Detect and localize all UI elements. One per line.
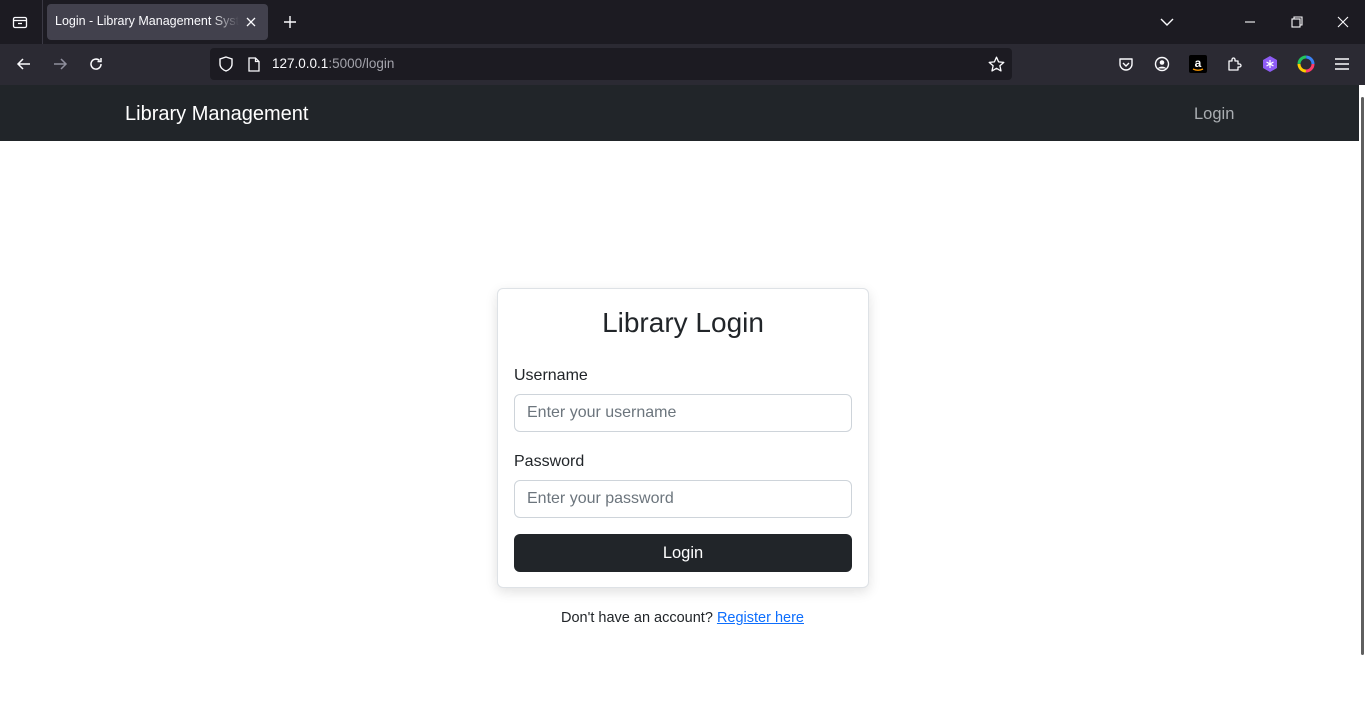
chevron-down-icon[interactable] — [1153, 8, 1181, 36]
extension-icon[interactable] — [1258, 52, 1282, 76]
login-card: Library Login Username Password Login — [497, 288, 869, 588]
username-label: Username — [514, 367, 588, 384]
tab-separator — [42, 0, 43, 44]
brand-link[interactable]: Library Management — [125, 103, 308, 126]
pocket-icon[interactable] — [1114, 52, 1138, 76]
login-title: Library Login — [602, 307, 764, 338]
reload-icon[interactable] — [82, 50, 110, 78]
tab-list-icon[interactable] — [6, 8, 34, 36]
minimize-icon[interactable] — [1236, 8, 1264, 36]
shield-icon[interactable] — [216, 54, 236, 74]
close-icon[interactable] — [1329, 8, 1357, 36]
plus-icon[interactable] — [278, 10, 302, 34]
back-arrow-icon[interactable] — [10, 50, 38, 78]
password-input[interactable] — [514, 480, 852, 518]
account-icon[interactable] — [1150, 52, 1174, 76]
forward-arrow-icon[interactable] — [46, 50, 74, 78]
password-label: Password — [514, 453, 585, 470]
browser-tabstrip: Login - Library Management System — [0, 0, 1365, 44]
close-icon[interactable] — [242, 13, 260, 31]
star-icon[interactable] — [986, 54, 1006, 74]
register-link[interactable]: Register here — [717, 610, 804, 626]
register-prompt: Don't have an account? Register here — [0, 610, 1365, 626]
nav-login-link[interactable]: Login — [1194, 105, 1234, 124]
site-navbar: Library Management Login — [0, 85, 1365, 141]
svg-text:a: a — [1195, 56, 1202, 70]
restore-icon[interactable] — [1283, 8, 1311, 36]
login-button[interactable]: Login — [514, 534, 852, 572]
register-prompt-text: Don't have an account? — [561, 610, 713, 626]
url-host: 127.0.0.1 — [272, 56, 329, 71]
color-ring-icon[interactable] — [1294, 52, 1318, 76]
page-icon[interactable] — [244, 54, 264, 74]
url-bar[interactable]: 127.0.0.1:5000/login — [210, 48, 1012, 80]
browser-tab-active[interactable]: Login - Library Management System — [47, 4, 268, 40]
hamburger-menu-icon[interactable] — [1330, 52, 1354, 76]
browser-toolbar: 127.0.0.1:5000/login a — [0, 44, 1365, 85]
username-input[interactable] — [514, 394, 852, 432]
url-path: :5000/login — [328, 56, 395, 71]
url-text[interactable]: 127.0.0.1:5000/login — [272, 56, 394, 71]
tab-title: Login - Library Management System — [55, 14, 239, 28]
puzzle-icon[interactable] — [1222, 52, 1246, 76]
amazon-icon[interactable]: a — [1186, 52, 1210, 76]
scrollbar-thumb[interactable] — [1361, 97, 1364, 655]
